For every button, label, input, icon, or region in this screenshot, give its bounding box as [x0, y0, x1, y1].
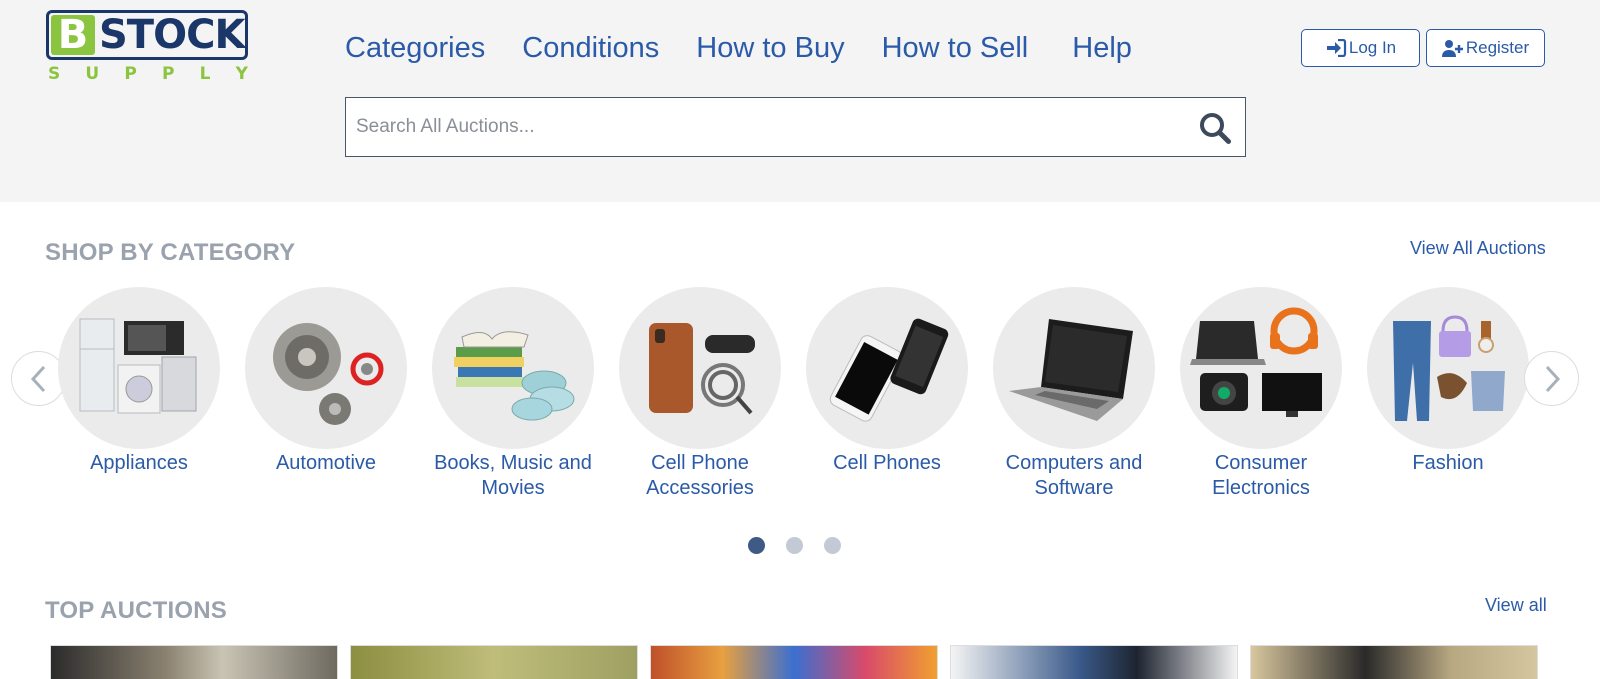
auction-thumbnail[interactable]: [50, 645, 338, 679]
site-header: B STOCK S U P P L Y Categories Condition…: [0, 0, 1600, 202]
login-label: Log In: [1348, 38, 1397, 57]
category-label: Computers and Software: [1005, 452, 1143, 499]
nav-how-to-sell[interactable]: How to Sell: [882, 28, 1029, 68]
chevron-left-icon: [30, 365, 45, 392]
view-all-link[interactable]: View all: [1485, 595, 1547, 616]
auction-thumbnail[interactable]: [650, 645, 938, 679]
category-label: Cell Phone Accessories: [646, 452, 754, 499]
logo-sub-letter: P: [124, 64, 137, 84]
phone-accessories-icon: [619, 287, 781, 449]
cell-phones-icon: [806, 287, 968, 449]
shop-by-category-title: SHOP BY CATEGORY: [45, 239, 296, 266]
logo-subtitle: S U P P L Y: [48, 64, 248, 84]
logo-letter: B: [51, 15, 95, 55]
category-label: Books, Music and Movies: [434, 452, 592, 499]
register-button[interactable]: Register: [1426, 29, 1545, 67]
carousel-next-button[interactable]: [1524, 351, 1579, 406]
search-bar: [345, 97, 1246, 157]
category-cell-phone-accessories[interactable]: Cell Phone Accessories: [610, 287, 790, 501]
fashion-icon: [1367, 287, 1529, 449]
electronics-icon: [1180, 287, 1342, 449]
bstock-supply-logo[interactable]: B STOCK S U P P L Y: [46, 10, 250, 86]
chevron-right-icon: [1545, 365, 1560, 392]
sign-in-icon: [1326, 39, 1346, 57]
logo-sub-letter: S: [48, 64, 61, 84]
category-books-music-movies[interactable]: Books, Music and Movies: [423, 287, 603, 501]
appliances-icon: [58, 287, 220, 449]
nav-help[interactable]: Help: [1072, 28, 1132, 68]
logo-sub-letter: U: [85, 64, 100, 84]
pager-dot-3[interactable]: [824, 537, 841, 554]
logo-sub-letter: Y: [235, 64, 248, 84]
carousel-pager: [748, 537, 862, 554]
auction-thumbnail[interactable]: [350, 645, 638, 679]
view-all-auctions-link[interactable]: View All Auctions: [1410, 238, 1546, 259]
laptop-icon: [993, 287, 1155, 449]
books-music-icon: [432, 287, 594, 449]
category-label: Appliances: [90, 452, 188, 474]
nav-categories[interactable]: Categories: [345, 28, 485, 68]
category-computers-software[interactable]: Computers and Software: [984, 287, 1164, 501]
search-icon[interactable]: [1197, 110, 1233, 146]
category-label: Consumer Electronics: [1212, 452, 1310, 499]
logo-sub-letter: L: [199, 64, 211, 84]
top-auctions-title: TOP AUCTIONS: [45, 597, 227, 624]
category-label: Fashion: [1412, 452, 1484, 474]
nav-how-to-buy[interactable]: How to Buy: [696, 28, 844, 68]
login-button[interactable]: Log In: [1301, 29, 1420, 67]
pager-dot-1[interactable]: [748, 537, 765, 554]
register-label: Register: [1465, 38, 1530, 57]
category-cell-phones[interactable]: Cell Phones: [797, 287, 977, 476]
pager-dot-2[interactable]: [786, 537, 803, 554]
category-label: Cell Phones: [833, 452, 941, 474]
auction-thumbnail[interactable]: [1250, 645, 1538, 679]
nav-conditions[interactable]: Conditions: [522, 28, 659, 68]
auction-thumbnail[interactable]: [950, 645, 1238, 679]
logo-sub-letter: P: [162, 64, 175, 84]
search-input[interactable]: [346, 98, 1166, 156]
user-plus-icon: [1441, 40, 1463, 57]
category-consumer-electronics[interactable]: Consumer Electronics: [1171, 287, 1351, 501]
logo-frame: B STOCK: [46, 10, 248, 60]
automotive-icon: [245, 287, 407, 449]
category-fashion[interactable]: Fashion: [1358, 287, 1538, 476]
main-nav: Categories Conditions How to Buy How to …: [345, 28, 1169, 68]
category-appliances[interactable]: Appliances: [49, 287, 229, 476]
logo-word: STOCK: [99, 12, 245, 58]
category-automotive[interactable]: Automotive: [236, 287, 416, 476]
category-label: Automotive: [275, 452, 377, 474]
